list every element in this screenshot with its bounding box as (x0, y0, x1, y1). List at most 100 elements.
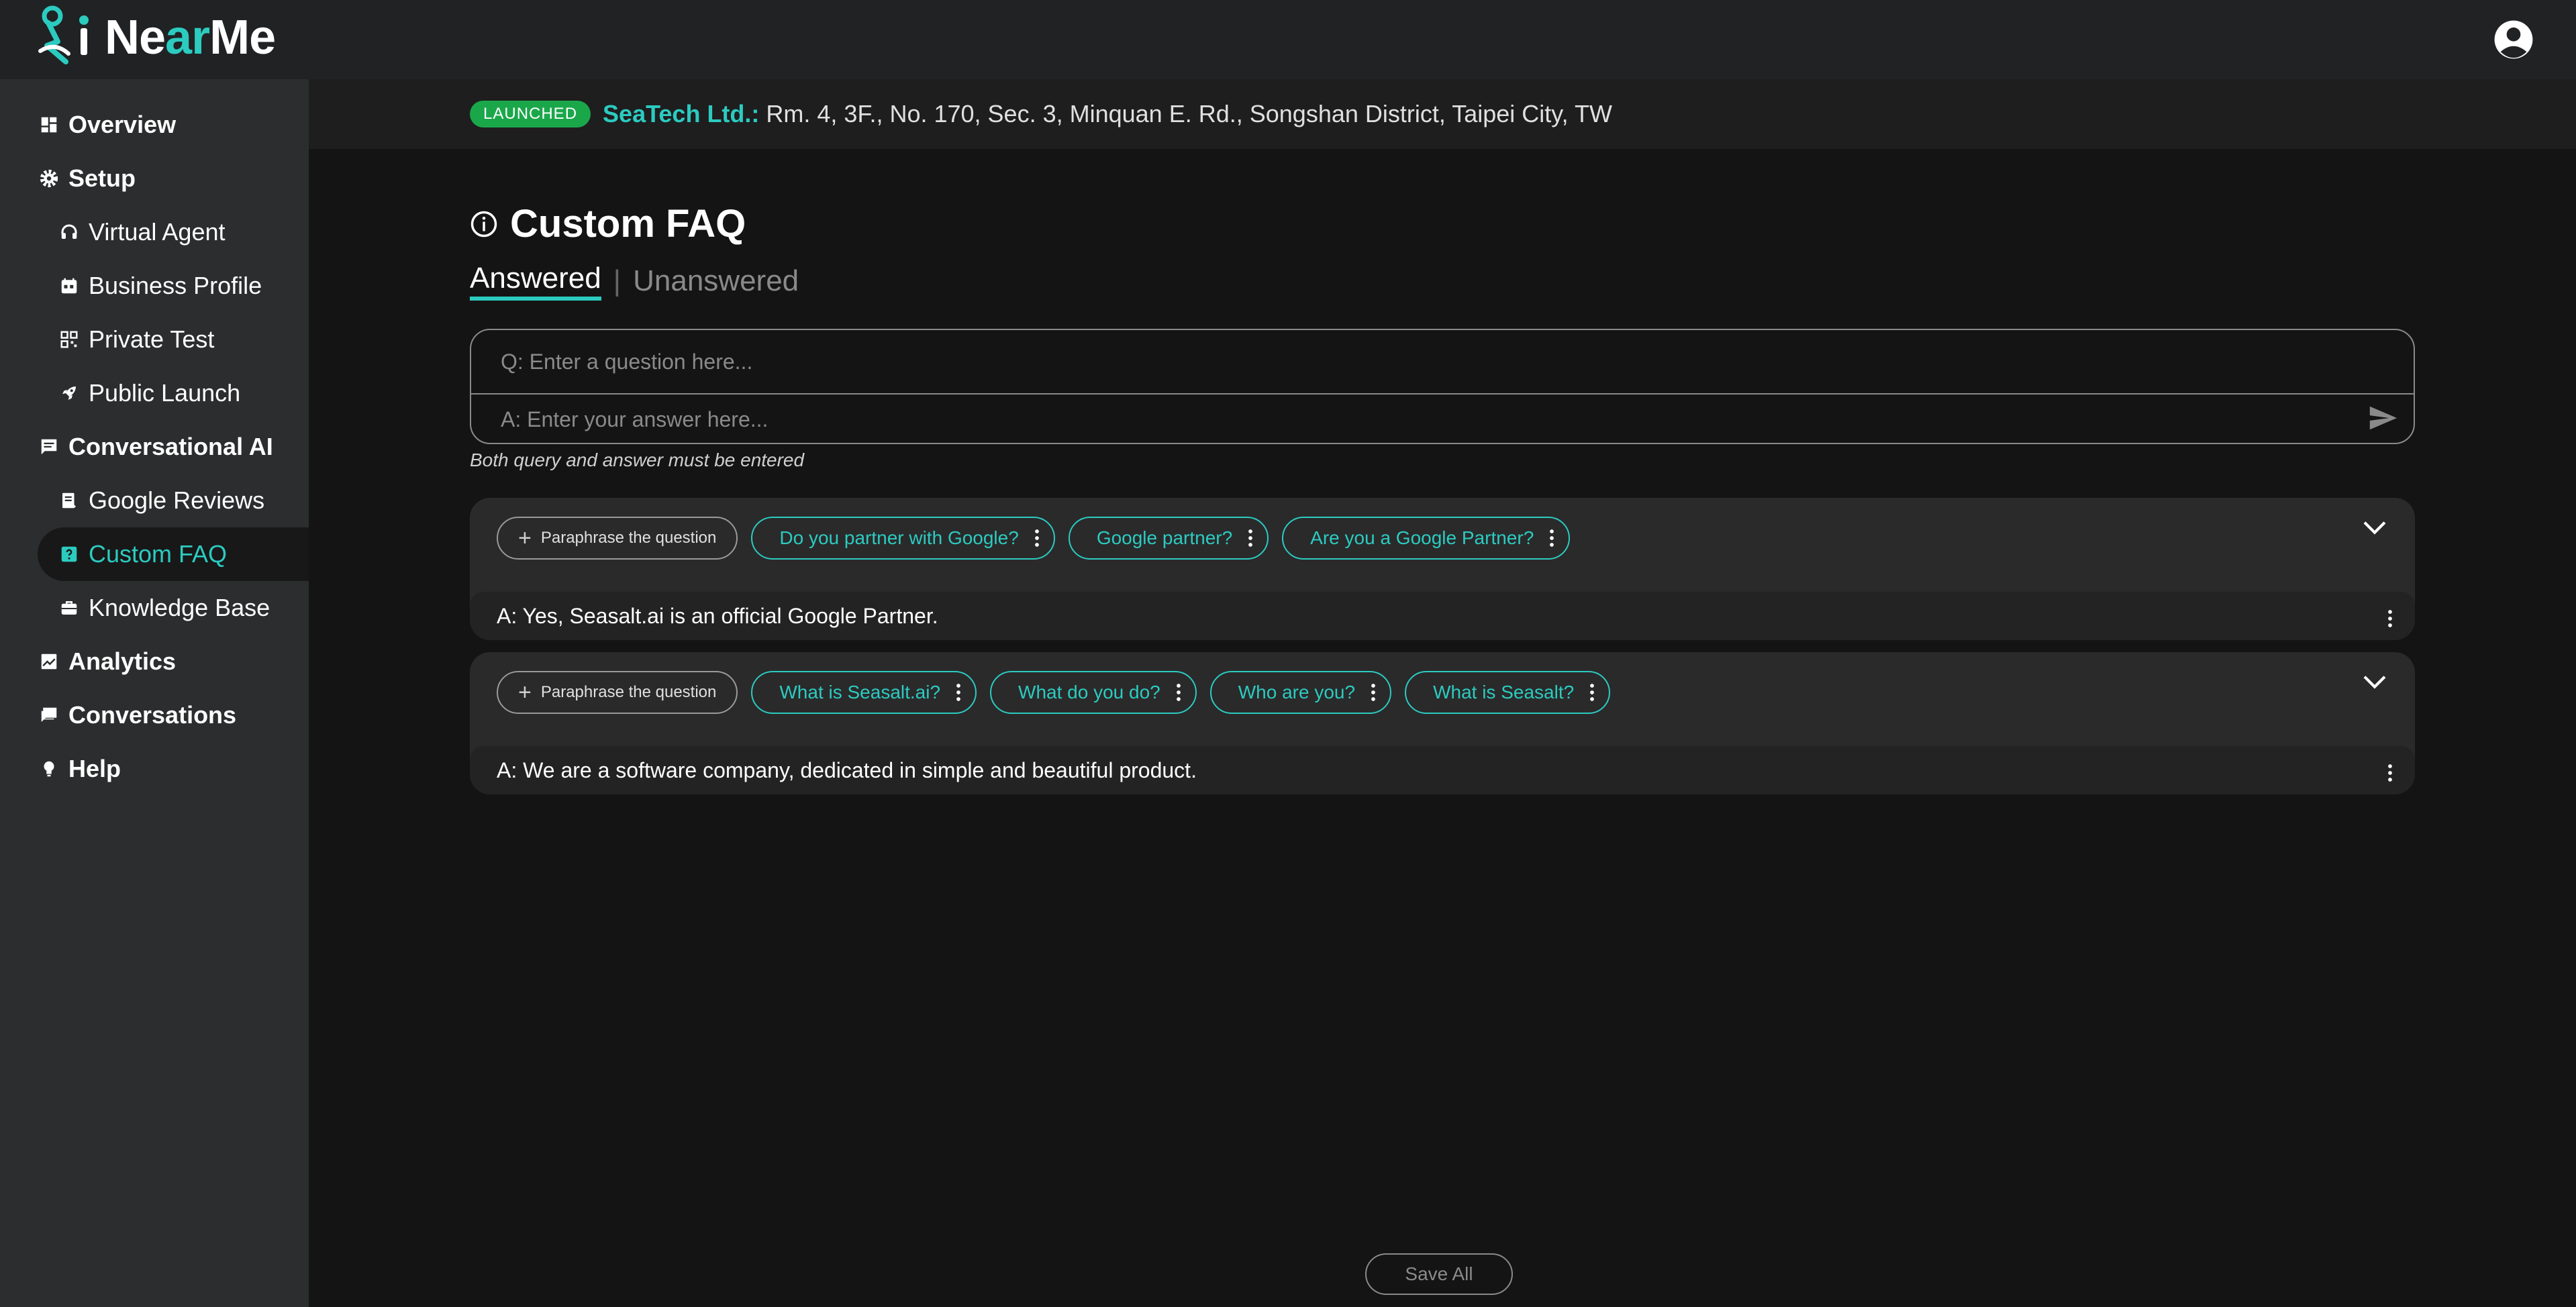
plus-icon: + (518, 680, 532, 705)
sidebar-item-setup[interactable]: Setup (38, 152, 136, 205)
chart-icon (38, 650, 60, 673)
chevron-down-icon[interactable] (2361, 518, 2388, 538)
answer-text: A: Yes, Seasalt.ai is an official Google… (497, 603, 938, 628)
sidebar-item-label: Public Launch (89, 379, 241, 407)
sidebar: Overview Setup Virtual Agent Business Pr… (0, 79, 309, 1307)
paraphrase-label: Paraphrase the question (540, 683, 717, 701)
chat-icon (38, 435, 60, 458)
sidebar-item-label: Setup (68, 164, 136, 192)
tab-unanswered[interactable]: Unanswered (633, 264, 799, 298)
sidebar-item-label: Overview (68, 111, 177, 138)
info-icon[interactable] (470, 210, 498, 238)
sidebar-item-google-reviews[interactable]: Google Reviews (58, 474, 264, 527)
calendar-icon (58, 274, 81, 297)
plus-icon: + (518, 525, 532, 551)
answer-input[interactable] (471, 393, 2414, 444)
question-chip[interactable]: What is Seasalt? (1405, 671, 1611, 714)
question-chip[interactable]: Google partner? (1068, 517, 1269, 560)
account-icon[interactable] (2493, 19, 2534, 60)
sidebar-item-label: Custom FAQ (89, 540, 228, 568)
answer-text: A: We are a software company, dedicated … (497, 757, 1197, 782)
sidebar-item-custom-faq[interactable]: Custom FAQ (38, 527, 309, 581)
sidebar-item-help[interactable]: Help (38, 742, 121, 796)
question-chip-text: What is Seasalt? (1433, 682, 1575, 702)
question-input[interactable] (471, 330, 2414, 393)
page-title: Custom FAQ (470, 201, 746, 246)
rocket-icon (58, 382, 81, 405)
sidebar-item-analytics[interactable]: Analytics (38, 635, 176, 688)
sidebar-item-label: Google Reviews (89, 486, 265, 514)
more-vert-icon[interactable] (2381, 760, 2399, 786)
form-hint: Both query and answer must be entered (470, 450, 805, 470)
review-icon (58, 489, 81, 512)
more-vert-icon[interactable] (1543, 525, 1561, 552)
more-vert-icon[interactable] (950, 679, 967, 706)
question-chip-text: What do you do? (1018, 682, 1160, 702)
question-chip-text: Are you a Google Partner? (1310, 527, 1534, 548)
question-chip[interactable]: Who are you? (1209, 671, 1392, 714)
new-faq-form (470, 329, 2415, 444)
question-chip[interactable]: Do you partner with Google? (751, 517, 1055, 560)
gear-icon (38, 167, 60, 190)
location-banner: LAUNCHED SeaTech Ltd.: Rm. 4, 3F., No. 1… (309, 79, 2576, 149)
qr-code-icon (58, 328, 81, 351)
logo-mark-icon (38, 5, 89, 64)
dashboard-icon (38, 113, 60, 136)
briefcase-icon (58, 596, 81, 619)
answer-row[interactable]: A: Yes, Seasalt.ai is an official Google… (470, 592, 2415, 640)
lightbulb-icon (38, 757, 60, 780)
sidebar-item-knowledge-base[interactable]: Knowledge Base (58, 581, 270, 635)
page-title-text: Custom FAQ (510, 202, 746, 246)
question-chip-text: Google partner? (1096, 527, 1233, 548)
chevron-down-icon[interactable] (2361, 672, 2388, 692)
sidebar-item-conversations[interactable]: Conversations (38, 688, 236, 742)
sidebar-item-overview[interactable]: Overview (38, 98, 176, 152)
logo-text: NearMe (105, 11, 276, 64)
sidebar-item-label: Knowledge Base (89, 594, 270, 621)
conversations-icon (38, 704, 60, 727)
top-bar: NearMe (0, 0, 2576, 79)
paraphrase-button[interactable]: + Paraphrase the question (497, 671, 738, 714)
faq-card: + Paraphrase the question Do you partner… (470, 498, 2415, 640)
more-vert-icon[interactable] (1170, 679, 1187, 706)
faq-icon (58, 543, 81, 566)
more-vert-icon[interactable] (1028, 525, 1046, 552)
paraphrase-label: Paraphrase the question (540, 529, 717, 547)
question-chip[interactable]: What is Seasalt.ai? (751, 671, 977, 714)
faq-card: + Paraphrase the question What is Seasal… (470, 652, 2415, 794)
sidebar-item-private-test[interactable]: Private Test (58, 313, 214, 366)
save-all-button[interactable]: Save All (1365, 1253, 1513, 1295)
paraphrase-button[interactable]: + Paraphrase the question (497, 517, 738, 560)
question-chips: + Paraphrase the question Do you partner… (497, 517, 1583, 560)
more-vert-icon[interactable] (1583, 679, 1601, 706)
question-chip-text: Who are you? (1238, 682, 1356, 702)
sidebar-item-label: Private Test (89, 325, 215, 353)
faq-tabs: Answered | Unanswered (470, 262, 799, 301)
more-vert-icon[interactable] (2381, 605, 2399, 632)
sidebar-item-conversational-ai[interactable]: Conversational AI (38, 420, 273, 474)
sidebar-item-business-profile[interactable]: Business Profile (58, 259, 262, 313)
answer-row[interactable]: A: We are a software company, dedicated … (470, 746, 2415, 794)
sidebar-item-virtual-agent[interactable]: Virtual Agent (58, 205, 225, 259)
tab-separator: | (613, 264, 622, 297)
more-vert-icon[interactable] (1242, 525, 1259, 552)
sidebar-item-label: Help (68, 755, 121, 782)
tab-answered[interactable]: Answered (470, 262, 601, 301)
more-vert-icon[interactable] (1365, 679, 1382, 706)
sidebar-item-label: Virtual Agent (89, 218, 226, 246)
sidebar-item-label: Conversations (68, 701, 237, 729)
sidebar-item-label: Conversational AI (68, 433, 273, 460)
company-name: SeaTech Ltd.: (603, 100, 760, 127)
question-chip[interactable]: Are you a Google Partner? (1282, 517, 1571, 560)
sidebar-item-label: Business Profile (89, 272, 262, 299)
company-address: Rm. 4, 3F., No. 170, Sec. 3, Minquan E. … (766, 100, 1612, 127)
sidebar-item-label: Analytics (68, 647, 177, 675)
send-icon[interactable] (2365, 403, 2400, 433)
sidebar-item-public-launch[interactable]: Public Launch (58, 366, 240, 420)
question-chip[interactable]: What do you do? (990, 671, 1197, 714)
status-badge: LAUNCHED (470, 101, 591, 127)
question-chip-text: What is Seasalt.ai? (779, 682, 941, 702)
headset-icon (58, 221, 81, 244)
question-chip-text: Do you partner with Google? (779, 527, 1019, 548)
app-logo[interactable]: NearMe (35, 4, 276, 71)
